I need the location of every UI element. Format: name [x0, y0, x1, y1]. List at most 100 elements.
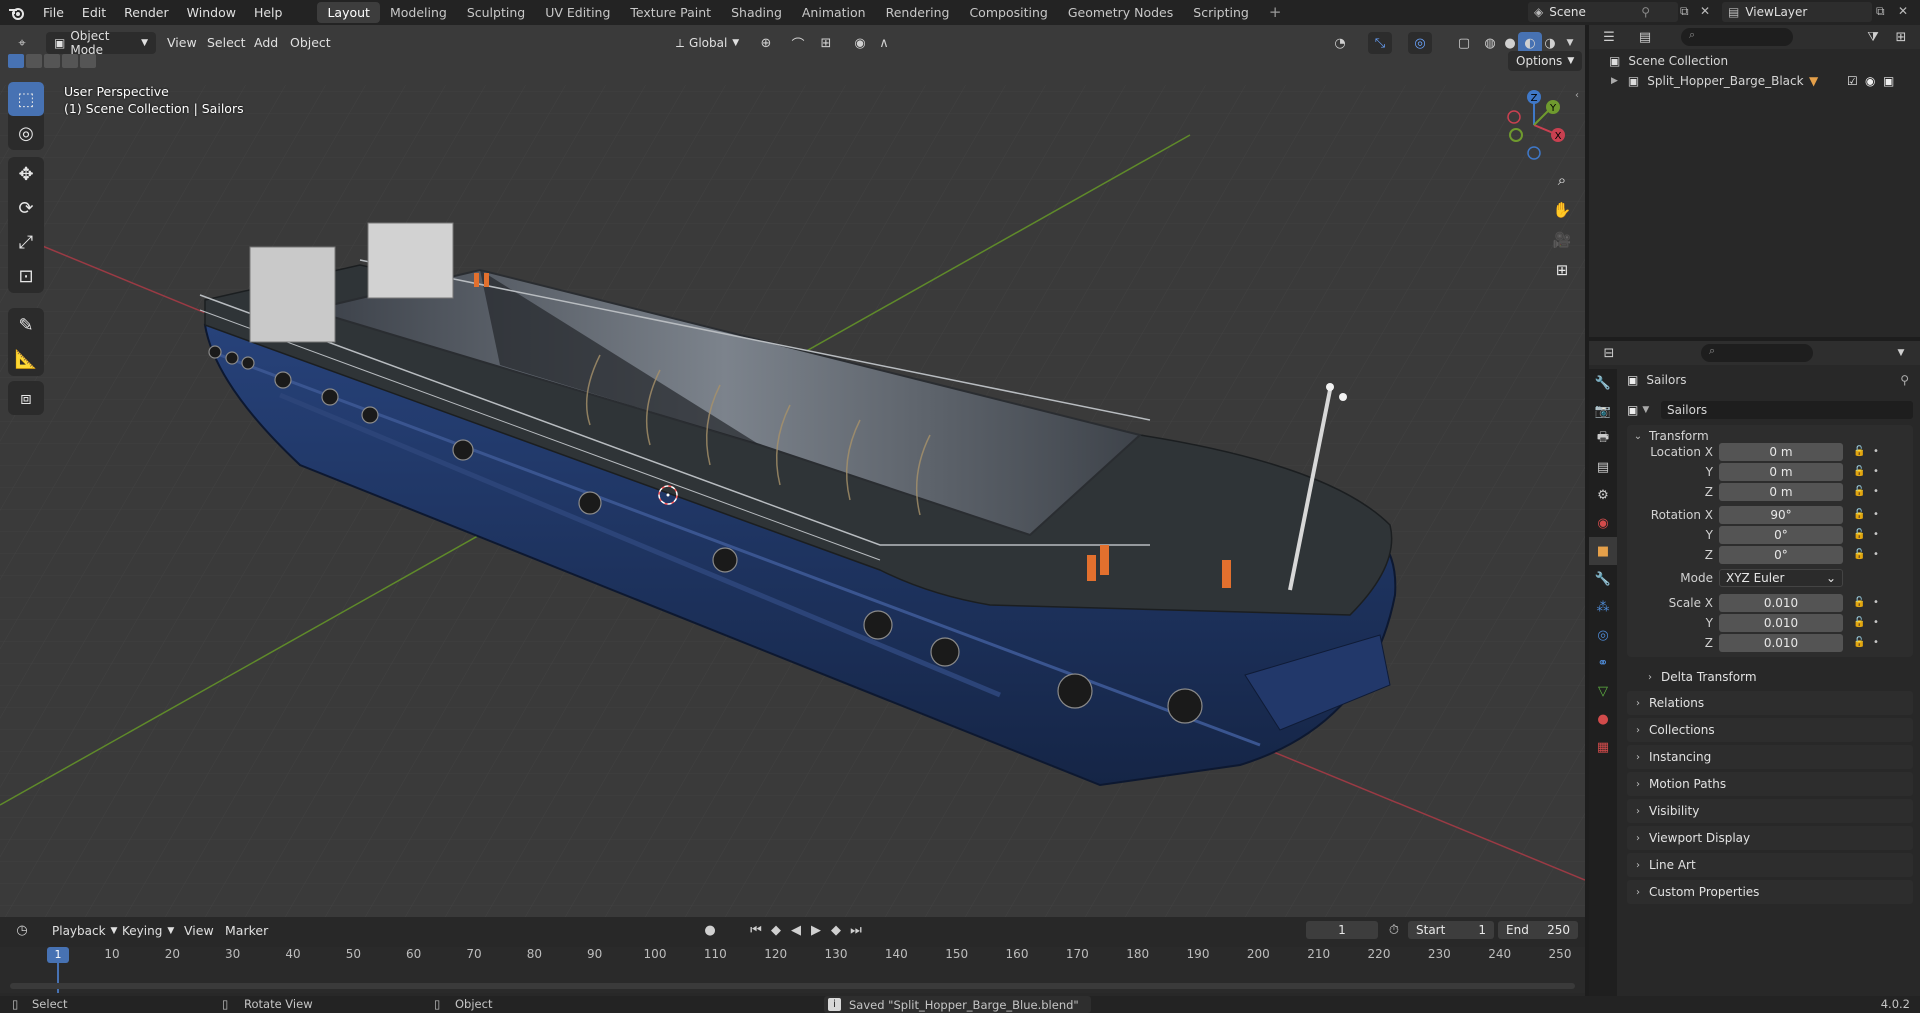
tab-shading[interactable]: Shading — [721, 2, 792, 23]
timeline-menu-view[interactable]: View — [184, 923, 214, 938]
timeline-menu-marker[interactable]: Marker — [225, 923, 268, 938]
blender-logo-icon[interactable] — [0, 0, 34, 25]
filter-icon[interactable]: ⧩ — [1861, 26, 1885, 48]
timeline-ruler[interactable]: 10 20 30 40 50 60 70 80 90 100 110 120 130 140 150 160 1… — [0, 947, 1585, 993]
new-collection-icon[interactable]: ⊞ — [1889, 26, 1913, 48]
menu-render[interactable]: Render — [115, 0, 178, 25]
world-tab-icon[interactable]: ◉ — [1589, 509, 1617, 537]
proportional-edit-icon[interactable]: ◉ — [848, 32, 872, 54]
sidebar-toggle-icon[interactable]: ‹ — [1575, 90, 1579, 101]
move-tool-icon[interactable]: ✥ — [8, 157, 44, 191]
view-layer-tab-icon[interactable]: ▤ — [1589, 453, 1617, 481]
delete-scene-icon[interactable]: ✕ — [1700, 4, 1710, 18]
falloff-icon[interactable]: ∧ — [872, 32, 896, 54]
panel-visibility[interactable]: › Visibility — [1627, 799, 1913, 823]
expand-arrow-icon[interactable]: ▶ — [1611, 76, 1618, 86]
keyframe-dot-icon[interactable]: • — [1873, 486, 1879, 497]
location-y-field[interactable]: 0 m — [1719, 463, 1843, 481]
timeline-scrollbar[interactable] — [10, 983, 1575, 989]
panel-relations[interactable]: › Relations — [1627, 691, 1913, 715]
mode-dropdown[interactable]: ▣ Object Mode ▼ — [46, 29, 156, 57]
lock-icon[interactable]: 🔓 — [1853, 466, 1865, 477]
viewport-menu-select[interactable]: Select — [207, 35, 246, 50]
select-new-icon[interactable] — [8, 54, 24, 68]
delta-transform-panel[interactable]: › Delta Transform — [1627, 665, 1913, 689]
gizmo-toggle-icon[interactable]: ⤡ — [1368, 32, 1392, 54]
select-extend-icon[interactable] — [26, 54, 42, 68]
rotation-y-field[interactable]: 0° — [1719, 526, 1843, 544]
tab-sculpting[interactable]: Sculpting — [457, 2, 535, 23]
outliner-item-barge[interactable]: ▶ ▣ Split_Hopper_Barge_Black ▼ ☑ ◉ ▣ — [1611, 72, 1911, 90]
add-workspace-button[interactable]: + — [1259, 2, 1292, 23]
tool-tab-icon[interactable]: 🔧 — [1589, 369, 1617, 397]
tab-compositing[interactable]: Compositing — [959, 2, 1057, 23]
panel-collections[interactable]: › Collections — [1627, 718, 1913, 742]
tab-modeling[interactable]: Modeling — [380, 2, 457, 23]
navigation-gizmo[interactable]: Z Y X — [1500, 87, 1570, 163]
particles-tab-icon[interactable]: ⁂ — [1589, 593, 1617, 621]
object-type-icon[interactable]: ▣ — [1627, 403, 1638, 417]
options-dropdown[interactable]: Options ▼ — [1508, 51, 1583, 71]
scale-y-field[interactable]: 0.010 — [1719, 614, 1843, 632]
modifier-tab-icon[interactable]: 🔧 — [1589, 565, 1617, 593]
location-x-field[interactable]: 0 m — [1719, 443, 1843, 461]
start-frame-field[interactable]: Start 1 — [1408, 921, 1494, 939]
keying-menu[interactable]: Keying ▼ — [114, 920, 182, 942]
output-tab-icon[interactable]: 🖶 — [1589, 425, 1617, 453]
texture-tab-icon[interactable]: ▦ — [1589, 733, 1617, 761]
object-name-field[interactable]: Sailors — [1661, 401, 1913, 419]
keyframe-dot-icon[interactable]: • — [1873, 617, 1879, 628]
snap-icon[interactable]: ⌒ — [786, 32, 810, 54]
outliner-editor-type-icon[interactable]: ☰ — [1597, 26, 1621, 48]
current-frame-field[interactable]: 1 — [1306, 921, 1378, 939]
preview-range-icon[interactable]: ⏱ — [1382, 919, 1406, 941]
cursor-tool-icon[interactable]: ◎ — [8, 116, 44, 150]
menu-help[interactable]: Help — [245, 0, 292, 25]
properties-editor-type-icon[interactable]: ⊟ — [1597, 342, 1621, 364]
physics-tab-icon[interactable]: ◎ — [1589, 621, 1617, 649]
timeline-editor-type-icon[interactable]: ◷ — [10, 919, 34, 941]
toggle-ortho-icon[interactable]: ⊞ — [1547, 255, 1577, 285]
snap-target-icon[interactable]: ⊞ — [814, 32, 838, 54]
pan-view-icon[interactable]: ✋ — [1547, 195, 1577, 225]
panel-instancing[interactable]: › Instancing — [1627, 745, 1913, 769]
overlay-toggle-icon[interactable]: ◎ — [1408, 32, 1432, 54]
scene-tab-icon[interactable]: ⚙ — [1589, 481, 1617, 509]
lock-icon[interactable]: 🔓 — [1853, 549, 1865, 560]
scale-x-field[interactable]: 0.010 — [1719, 594, 1843, 612]
select-subtract-icon[interactable] — [44, 54, 60, 68]
viewport-menu-object[interactable]: Object — [290, 35, 331, 50]
keyframe-dot-icon[interactable]: • — [1873, 529, 1879, 540]
lock-icon[interactable]: 🔓 — [1853, 486, 1865, 497]
tab-scripting[interactable]: Scripting — [1183, 2, 1259, 23]
keyframe-dot-icon[interactable]: • — [1873, 509, 1879, 520]
scale-tool-icon[interactable]: ⤢ — [8, 225, 44, 259]
rotation-mode-dropdown[interactable]: XYZ Euler ⌄ — [1719, 569, 1843, 587]
panel-motion-paths[interactable]: › Motion Paths — [1627, 772, 1913, 796]
transform-tool-icon[interactable]: ⊡ — [8, 259, 44, 293]
location-z-field[interactable]: 0 m — [1719, 483, 1843, 501]
pin-icon[interactable]: ⚲ — [1900, 373, 1909, 387]
lock-icon[interactable]: 🔓 — [1853, 637, 1865, 648]
tab-geometry-nodes[interactable]: Geometry Nodes — [1058, 2, 1183, 23]
render-tab-icon[interactable]: 📷 — [1589, 397, 1617, 425]
measure-tool-icon[interactable]: 📐 — [8, 342, 44, 376]
eye-icon[interactable]: ◉ — [1865, 74, 1875, 88]
panel-custom-properties[interactable]: › Custom Properties — [1627, 880, 1913, 904]
properties-search-input[interactable]: ⌕ — [1701, 344, 1813, 362]
object-tab-icon[interactable]: ■ — [1589, 537, 1617, 565]
annotate-tool-icon[interactable]: ✎ — [8, 308, 44, 342]
outliner-scene-collection[interactable]: ▣ Scene Collection — [1609, 52, 1728, 70]
lock-icon[interactable]: 🔓 — [1853, 617, 1865, 628]
outliner-search-input[interactable]: ⌕ — [1681, 28, 1793, 46]
menu-file[interactable]: File — [34, 0, 73, 25]
display-mode-icon[interactable]: ▤ — [1633, 26, 1657, 48]
menu-window[interactable]: Window — [178, 0, 245, 25]
rotation-x-field[interactable]: 90° — [1719, 506, 1843, 524]
lock-icon[interactable]: 🔓 — [1853, 597, 1865, 608]
constraints-tab-icon[interactable]: ⚭ — [1589, 649, 1617, 677]
scale-z-field[interactable]: 0.010 — [1719, 634, 1843, 652]
record-keyframe-icon[interactable]: ● — [698, 919, 722, 941]
scene-selector[interactable]: ◈ Scene ⚲ — [1528, 2, 1678, 22]
keyframe-dot-icon[interactable]: • — [1873, 637, 1879, 648]
